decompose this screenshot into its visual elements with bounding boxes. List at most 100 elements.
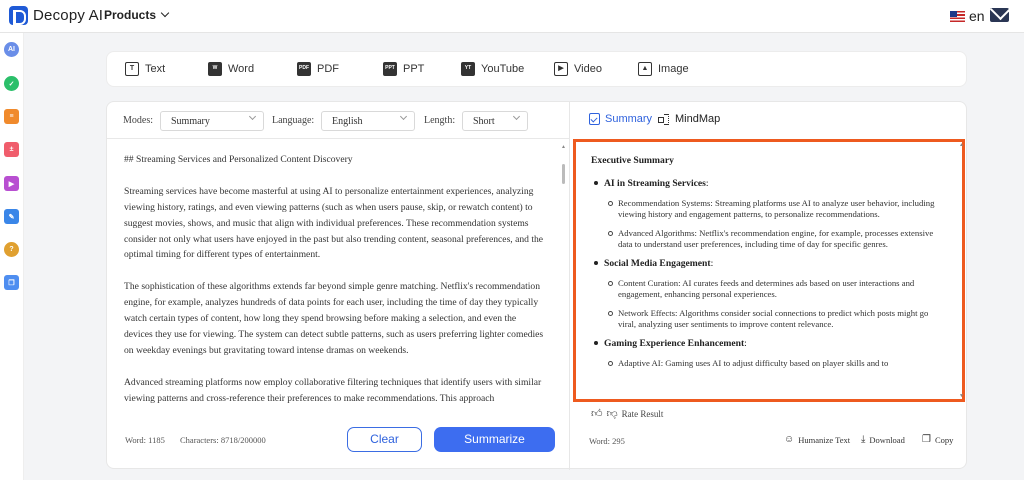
summary-item: Adaptive AI: Gaming uses AI to adjust di… [608, 358, 946, 369]
language-switcher[interactable]: en [950, 8, 985, 24]
chat-tool-icon[interactable]: ✓ [4, 76, 19, 91]
products-label: Products [104, 8, 157, 22]
help-tool-icon[interactable]: ? [4, 242, 19, 257]
summary-output[interactable]: Executive Summary AI in Streaming Servic… [573, 139, 965, 402]
source-paragraph: ## Streaming Services and Personalized C… [124, 154, 353, 165]
decopy-logo-icon [9, 6, 28, 25]
summary-section-heading: Gaming Experience Enhancement: [594, 338, 946, 349]
tool-text[interactable]: T Text [125, 62, 165, 76]
humanize-label: Humanize Text [798, 434, 851, 445]
pdf-icon: PDF [297, 62, 311, 76]
tool-image[interactable]: ▲ Image [638, 62, 689, 76]
summarizer-card: Modes: Summary Language: English Length:… [106, 101, 968, 470]
image-icon: ▲ [638, 62, 652, 76]
length-select[interactable]: Short [462, 111, 528, 131]
summary-section-heading: Social Media Engagement: [594, 258, 946, 269]
thumbs-down-icon[interactable]: 👎︎ [607, 407, 618, 420]
scroll-thumb[interactable] [562, 164, 565, 184]
mail-icon[interactable] [990, 8, 1009, 22]
summary-item: Recommendation Systems: Streaming platfo… [608, 198, 946, 219]
result-scrollbar[interactable] [959, 142, 964, 399]
length-value: Short [473, 116, 495, 127]
left-sidebar: AI ✓ ≡ ± ▶ ✎ ? ❐ [0, 33, 24, 480]
video-tool-icon[interactable]: ▶ [4, 176, 19, 191]
tool-label: Video [574, 63, 602, 75]
modes-label: Modes: [123, 115, 153, 126]
chevron-down-icon [512, 112, 521, 121]
humanize-text-button[interactable]: ☺ Humanize Text [784, 434, 850, 445]
copy-tool-icon[interactable]: ❐ [4, 275, 19, 290]
math-tool-icon[interactable]: ± [4, 142, 19, 157]
download-icon: ⤓ [861, 434, 866, 445]
tool-pdf[interactable]: PDF PDF [297, 62, 339, 76]
result-panel: Summary MindMap Executive Summary AI in … [570, 102, 968, 470]
chevron-down-icon [160, 8, 170, 18]
source-paragraph: The sophistication of these algorithms e… [124, 281, 544, 356]
tab-summary-label: Summary [605, 113, 653, 125]
youtube-icon: YT [461, 62, 475, 76]
copy-icon: ❐ [922, 434, 931, 445]
word-count: Word: 1185 [125, 435, 165, 445]
summary-section-heading: AI in Streaming Services: [594, 178, 946, 189]
brand-logo[interactable]: Decopy AI [9, 6, 103, 25]
language-label: Language: [272, 115, 315, 126]
products-menu[interactable]: Products [104, 8, 170, 22]
options-bar: Modes: Summary Language: English Length:… [107, 102, 570, 139]
word-icon: W [208, 62, 222, 76]
result-word-count: Word: 295 [589, 436, 625, 446]
summary-item: Content Curation: AI curates feeds and d… [608, 278, 946, 299]
summary-content: Executive Summary AI in Streaming Servic… [591, 155, 946, 378]
mindmap-icon [658, 113, 670, 125]
tool-label: Text [145, 63, 166, 75]
tool-label: YouTube [481, 63, 525, 75]
tool-word[interactable]: W Word [208, 62, 254, 76]
source-scrollbar[interactable] [561, 144, 566, 442]
us-flag-icon [950, 10, 965, 22]
edit-tool-icon[interactable]: ✎ [4, 209, 19, 224]
language-code: en [969, 8, 985, 24]
download-button[interactable]: ⤓ Download [861, 434, 905, 445]
summary-doc-icon [589, 113, 600, 125]
summary-title: Executive Summary [591, 155, 674, 166]
tool-ppt[interactable]: PPT PPT [383, 62, 424, 76]
list-tool-icon[interactable]: ≡ [4, 109, 19, 124]
top-bar: Decopy AI Products en [0, 0, 1024, 33]
ppt-icon: PPT [383, 62, 397, 76]
input-type-toolbar: T Text W Word PDF PDF PPT PPT YT YouTube… [106, 51, 967, 87]
character-count: Characters: 8718/200000 [180, 435, 266, 445]
summary-item: Network Effects: Algorithms consider soc… [608, 308, 946, 329]
copy-button[interactable]: ❐ Copy [922, 434, 953, 445]
tab-mindmap-label: MindMap [675, 113, 721, 125]
chevron-down-icon [399, 112, 408, 121]
source-paragraph: Advanced streaming platforms now employ … [124, 376, 542, 404]
tool-label: Word [228, 63, 255, 75]
chevron-down-icon [248, 112, 257, 121]
language-select[interactable]: English [321, 111, 415, 131]
tab-summary[interactable]: Summary [589, 113, 652, 125]
tool-label: PDF [317, 63, 339, 75]
modes-select[interactable]: Summary [160, 111, 264, 131]
summary-item: Advanced Algorithms: Netflix's recommend… [608, 228, 946, 249]
source-panel: Modes: Summary Language: English Length:… [107, 102, 570, 470]
modes-value: Summary [171, 116, 210, 127]
tool-youtube[interactable]: YT YouTube [461, 62, 524, 76]
language-value: English [332, 116, 363, 127]
source-paragraph: Streaming services have become masterful… [124, 185, 544, 261]
thumbs-up-icon[interactable]: 👍︎ [591, 407, 603, 420]
tool-video[interactable]: ▶ Video [554, 62, 602, 76]
download-label: Download [869, 434, 905, 445]
copy-label: Copy [934, 434, 954, 445]
clear-button[interactable]: Clear [347, 427, 422, 452]
tab-mindmap[interactable]: MindMap [658, 113, 720, 125]
rate-result: 👍︎ 👎︎ Rate Result [591, 407, 663, 420]
rate-result-label: Rate Result [621, 408, 664, 419]
summarize-button[interactable]: Summarize [434, 427, 555, 452]
text-icon: T [125, 62, 139, 76]
ai-tool-icon[interactable]: AI [4, 42, 19, 57]
length-label: Length: [424, 115, 456, 126]
smile-icon: ☺ [784, 434, 795, 445]
source-text-area[interactable]: ## Streaming Services and Personalized C… [124, 152, 544, 444]
tool-label: Image [658, 63, 689, 75]
brand-name: Decopy AI [33, 7, 104, 24]
video-icon: ▶ [554, 62, 568, 76]
